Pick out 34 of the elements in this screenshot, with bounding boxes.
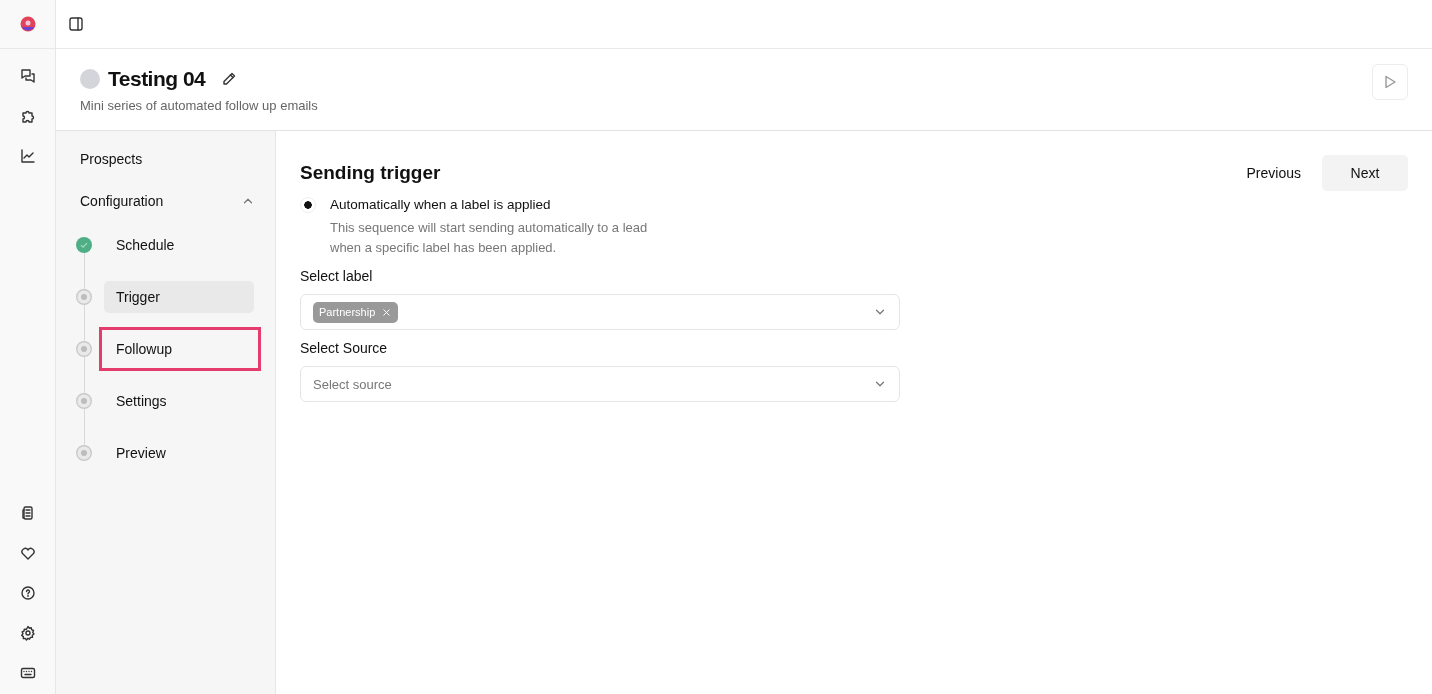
settings-icon[interactable] [19, 625, 36, 641]
sidebar-toggle-icon[interactable] [68, 16, 84, 32]
play-icon [1382, 73, 1398, 90]
keyboard-icon[interactable] [19, 665, 36, 681]
previous-button[interactable]: Previous [1233, 155, 1314, 191]
chat-icon[interactable] [19, 68, 36, 84]
step-item[interactable]: Preview [104, 437, 254, 469]
puzzle-icon[interactable] [19, 108, 36, 124]
step-item[interactable]: Schedule [104, 229, 254, 261]
step-item[interactable]: Followup [104, 333, 254, 365]
logo-icon[interactable] [19, 16, 36, 32]
pencil-icon[interactable] [221, 70, 238, 87]
sequence-description: Mini series of automated follow up emails [80, 97, 318, 113]
help-icon[interactable] [19, 585, 36, 601]
status-dot [80, 68, 100, 89]
sequence-title: Testing 04 [108, 66, 206, 91]
document-icon[interactable] [19, 505, 36, 521]
prospects-link[interactable]: Prospects [80, 151, 255, 167]
chart-icon[interactable] [19, 148, 36, 164]
field-label: Select Source [300, 339, 389, 357]
tag-text: Partnership [319, 306, 376, 318]
step-item[interactable]: Settings [104, 385, 254, 417]
section-title: Sending trigger [300, 162, 441, 184]
step-item[interactable]: Trigger [104, 281, 254, 313]
next-button[interactable]: Next [1322, 155, 1408, 191]
option-description: This sequence will start sending automatically to a lead when a specific label has been applied. [330, 219, 649, 257]
select-field[interactable]: Select source [300, 366, 900, 402]
radio-button[interactable] [300, 197, 316, 213]
field-label: Select label [300, 267, 374, 285]
configuration-toggle[interactable]: Configuration [80, 193, 255, 209]
option-label: Automatically when a label is applied [330, 197, 552, 213]
heart-icon[interactable] [19, 545, 36, 561]
remove-icon[interactable] [381, 306, 393, 318]
select-placeholder: Select source [313, 376, 392, 392]
